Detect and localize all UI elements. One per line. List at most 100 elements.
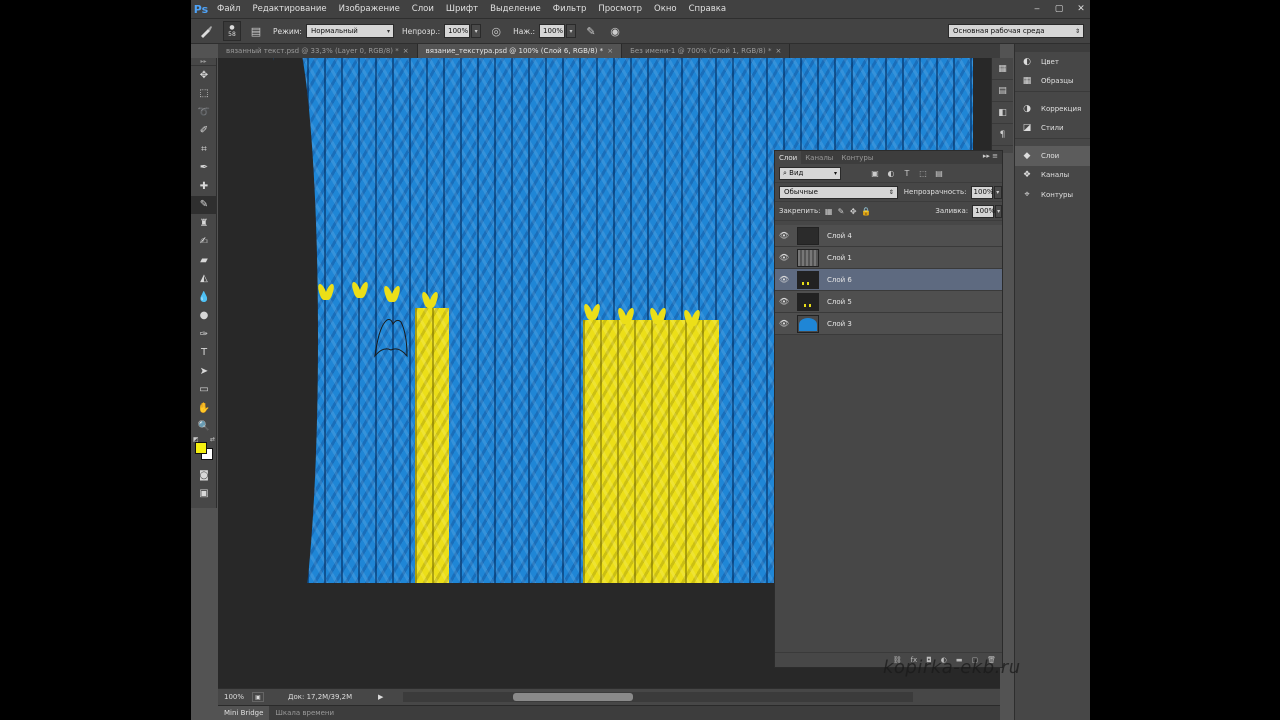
crop-tool-icon[interactable]: ⌗ [191,140,217,159]
eyedropper-tool-icon[interactable]: ✒ [191,159,217,178]
panel-menu-icon[interactable]: ▸▸ ≡ [983,152,998,160]
tab-doc-1[interactable]: вязанный текст.psd @ 33,3% (Layer 0, RGB… [218,44,418,58]
hand-tool-icon[interactable]: ✋ [191,399,217,418]
move-tool-icon[interactable]: ✥ [191,66,217,85]
visibility-eye-icon[interactable]: 👁 [775,275,793,284]
layer-opacity-dropdown[interactable]: ▾ [993,185,1002,199]
brush-panel-icon[interactable]: ▤ [247,22,265,40]
visibility-eye-icon[interactable]: 👁 [775,231,793,240]
layer-row-selected[interactable]: 👁 Слой 6 [775,269,1002,291]
dock-item-paths[interactable]: ⌖ Контуры [1015,185,1090,205]
visibility-eye-icon[interactable]: 👁 [775,319,793,328]
marquee-tool-icon[interactable]: ⬚ [191,85,217,104]
close-icon[interactable]: × [403,47,409,55]
menu-image[interactable]: Изображение [333,4,406,14]
swap-colors-icon[interactable]: ⇄ [210,436,215,443]
path-select-tool-icon[interactable]: ➤ [191,362,217,381]
filter-smart-object-icon[interactable]: ▤ [933,168,945,179]
opacity-field[interactable]: 100% [444,24,471,38]
pressure-dropdown[interactable]: ▾ [566,24,577,38]
airbrush-icon[interactable]: ✎ [582,22,600,40]
toolbar-grip[interactable]: ▸▸ [191,58,216,66]
tab-mini-bridge[interactable]: Mini Bridge [218,705,270,720]
visibility-eye-icon[interactable]: 👁 [775,297,793,306]
fill-field[interactable]: 100% [972,204,995,218]
status-arrow-icon[interactable]: ▶ [378,693,383,701]
zoom-level[interactable]: 100% [218,693,252,701]
horizontal-scrollbar[interactable] [403,692,913,702]
layer-row[interactable]: 👁 Слой 3 [775,313,1002,335]
quick-mask-icon[interactable]: ◙ [191,466,217,485]
character-icon[interactable]: ¶ [992,124,1013,146]
filter-type-icon[interactable]: T [901,168,913,179]
info-icon[interactable]: ▤ [992,80,1013,102]
dock-item-swatches[interactable]: ▦ Образцы [1015,72,1090,92]
maximize-button[interactable]: ▢ [1054,4,1064,14]
zoom-tool-icon[interactable]: 🔍 [191,418,217,437]
menu-help[interactable]: Справка [683,4,732,14]
dock-grip[interactable] [1015,44,1090,52]
layer-row[interactable]: 👁 Слой 5 [775,291,1002,313]
mode-select[interactable]: Нормальный ▾ [305,24,394,38]
properties-icon[interactable]: ◧ [992,102,1013,124]
menu-file[interactable]: Файл [211,4,246,14]
dock-item-layers[interactable]: ◆ Слои [1015,146,1090,166]
visibility-eye-icon[interactable]: 👁 [775,253,793,262]
filter-adjustment-icon[interactable]: ◐ [885,168,897,179]
history-brush-tool-icon[interactable]: ✍ [191,233,217,252]
lock-pixels-icon[interactable]: ✎ [837,207,845,216]
paint-bucket-tool-icon[interactable]: ◭ [191,270,217,289]
tab-timeline[interactable]: Шкала времени [269,706,340,720]
tab-layers[interactable]: Слои [775,151,802,164]
history-icon[interactable]: ▦ [992,58,1013,80]
menu-select[interactable]: Выделение [484,4,547,14]
lock-position-icon[interactable]: ✥ [849,207,857,216]
menu-edit[interactable]: Редактирование [246,4,332,14]
workspace-select[interactable]: Основная рабочая среда ⇕ [948,24,1084,38]
lock-transparency-icon[interactable]: ▦ [824,207,833,216]
menu-filter[interactable]: Фильтр [547,4,593,14]
dock-item-color[interactable]: ◐ Цвет [1015,52,1090,72]
brush-tool-icon[interactable]: ✎ [191,195,217,214]
pressure-size-icon[interactable]: ◉ [606,22,624,40]
menu-view[interactable]: Просмотр [592,4,648,14]
quick-select-tool-icon[interactable]: ✐ [191,122,217,141]
layer-opacity-field[interactable]: 100% [970,185,994,199]
scrollbar-thumb[interactable] [513,693,633,701]
close-button[interactable]: ✕ [1076,4,1086,14]
tab-doc-3[interactable]: Без имени-1 @ 700% (Слой 1, RGB/8) * × [622,44,791,58]
tab-paths[interactable]: Контуры [837,151,877,164]
filter-pixel-icon[interactable]: ▣ [869,168,881,179]
eraser-tool-icon[interactable]: ▰ [191,251,217,270]
layer-row[interactable]: 👁 Слой 4 [775,225,1002,247]
screen-mode-icon[interactable]: ▣ [191,485,217,504]
minimize-button[interactable]: ‒ [1032,4,1042,14]
fill-dropdown[interactable]: ▾ [995,204,1003,218]
close-icon[interactable]: × [607,47,613,55]
blur-tool-icon[interactable]: 💧 [191,288,217,307]
foreground-color-swatch[interactable] [195,442,207,454]
lasso-tool-icon[interactable]: ➰ [191,103,217,122]
brush-size-picker[interactable]: ● 58 [223,21,241,41]
dodge-tool-icon[interactable]: ● [191,307,217,326]
layer-filter-select[interactable]: ⌕ Вид ▾ [779,166,841,180]
dock-item-adjustments[interactable]: ◑ Коррекция [1015,99,1090,119]
opacity-dropdown[interactable]: ▾ [471,24,482,38]
pressure-opacity-icon[interactable]: ◎ [487,22,505,40]
blend-mode-select[interactable]: Обычные ⇕ [779,185,898,199]
type-tool-icon[interactable]: T [191,344,217,363]
pen-tool-icon[interactable]: ✑ [191,325,217,344]
tab-channels[interactable]: Каналы [801,151,837,164]
filter-shape-icon[interactable]: ⬚ [917,168,929,179]
menu-type[interactable]: Шрифт [440,4,484,14]
menu-layers[interactable]: Слои [406,4,440,14]
status-menu-icon[interactable]: ▣ [252,692,264,702]
lock-all-icon[interactable]: 🔒 [861,207,871,216]
healing-brush-tool-icon[interactable]: ✚ [191,177,217,196]
clone-stamp-tool-icon[interactable]: ♜ [191,214,217,233]
dock-item-channels[interactable]: ❖ Каналы [1015,166,1090,186]
shape-tool-icon[interactable]: ▭ [191,381,217,400]
tab-doc-2[interactable]: вязание_текстура.psd @ 100% (Слой 6, RGB… [417,44,623,58]
layer-row[interactable]: 👁 Слой 1 [775,247,1002,269]
close-icon[interactable]: × [775,47,781,55]
